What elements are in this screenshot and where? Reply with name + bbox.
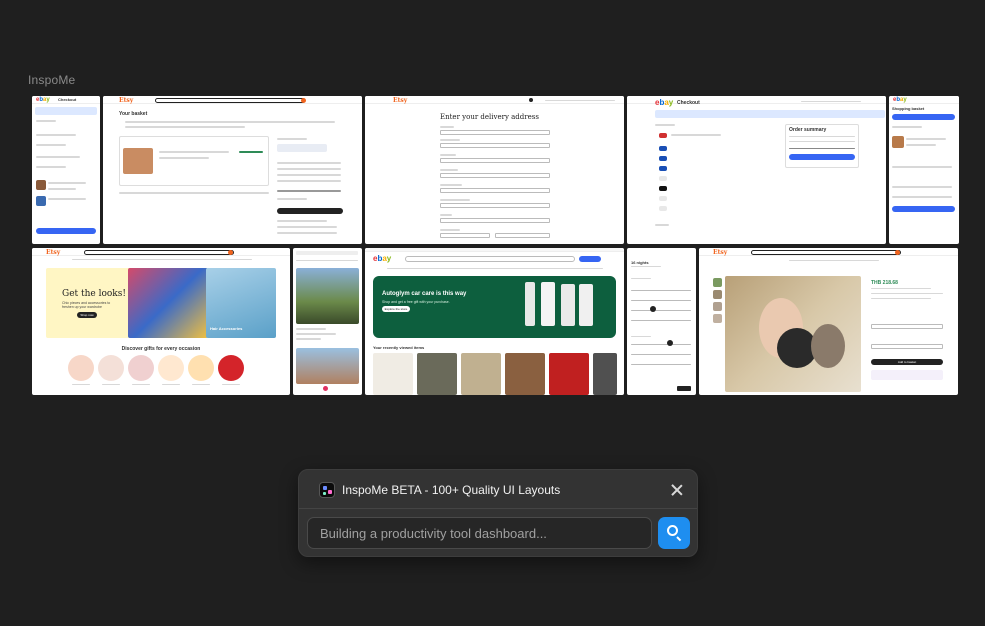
promo-subtitle: Shop and get a free gift with your purch… [382, 300, 450, 304]
side-label: Hair Accessories [210, 326, 243, 331]
layout-thumbnail-etsy-product[interactable]: Etsy THB 218.68 Add to basket [699, 248, 958, 395]
promo-headline: Autoglym car care is this way [382, 291, 467, 297]
layout-thumbnail-ebay-order[interactable]: ebay Checkout Order summary [627, 96, 886, 244]
etsy-logo: Etsy [713, 249, 728, 256]
search-button[interactable] [658, 517, 690, 549]
ebay-logo: ebay [373, 254, 392, 263]
ebay-logo: ebay [36, 97, 50, 103]
tile-title: Enter your delivery address [440, 113, 539, 121]
search-panel: InspoMe BETA - 100+ Quality UI Layouts [298, 469, 698, 557]
brand-name: InspoMe [28, 73, 76, 87]
layout-thumbnail-ebay-checkout[interactable]: ebay Checkout [32, 96, 100, 244]
close-icon[interactable] [669, 482, 685, 498]
layout-thumbnail-ebay-home[interactable]: ebay Autoglym car care is this way Shop … [365, 248, 624, 395]
section-title: Discover gifts for every occasion [121, 346, 201, 352]
tile-title: Checkout [677, 100, 700, 106]
etsy-logo: Etsy [393, 97, 408, 104]
layout-thumbnail-etsy-delivery[interactable]: Etsy Enter your delivery address [365, 96, 624, 244]
layout-thumbnail-mobile-listing[interactable] [293, 248, 362, 395]
tile-title: Checkout [58, 97, 77, 102]
layout-thumbnail-etsy-home[interactable]: Etsy Get the looks! Chic pieces and acce… [32, 248, 290, 395]
search-input[interactable] [307, 517, 652, 549]
product-price: THB 218.68 [871, 280, 898, 286]
ebay-logo: ebay [655, 98, 674, 107]
panel-divider [299, 508, 697, 509]
search-icon [667, 525, 678, 536]
app-logo-icon [319, 482, 335, 498]
shop-now-button[interactable]: Shop now [77, 312, 97, 318]
ebay-logo: ebay [893, 97, 907, 103]
layout-thumbnail-etsy-basket[interactable]: Etsy Your basket [103, 96, 362, 244]
layout-thumbnail-ebay-basket[interactable]: ebay Shopping basket [889, 96, 959, 244]
hero-headline: Get the looks! [62, 289, 126, 299]
add-to-basket-button[interactable]: Add to basket [871, 359, 943, 365]
tile-title: Your basket [119, 111, 148, 117]
order-summary-label: Order summary [789, 127, 827, 133]
section-title: Your recently viewed items [373, 345, 425, 350]
layout-thumbnail-date-picker[interactable]: 16 nights [627, 248, 696, 395]
panel-title: InspoMe BETA - 100+ Quality UI Layouts [342, 483, 561, 497]
hero-subtitle: Chic pieces and accessories to freshen u… [62, 301, 111, 309]
etsy-logo: Etsy [46, 249, 61, 256]
tile-title: 16 nights [631, 260, 649, 265]
explore-store-button[interactable]: Explore the store [382, 306, 410, 312]
tile-title: Shopping basket [892, 106, 925, 111]
etsy-logo: Etsy [119, 97, 134, 104]
